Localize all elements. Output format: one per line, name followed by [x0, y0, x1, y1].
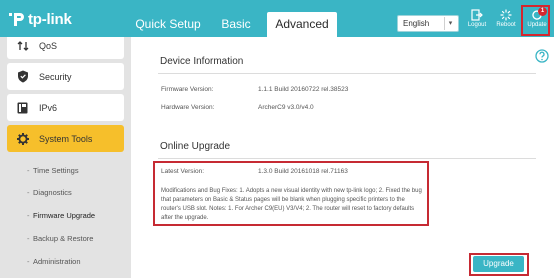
latest-version-value: 1.3.0 Build 20161018 rel.71163 — [258, 168, 348, 175]
release-notes: Modifications and Bug Fixes: 1. Adopts a… — [161, 188, 422, 221]
divider — [158, 73, 536, 74]
upgrade-button[interactable]: Upgrade — [473, 256, 524, 272]
divider — [158, 158, 536, 159]
tp-link-logo: tp-link — [7, 9, 72, 29]
sidebar: QoS Security IPv6 System Tools Time Sett… — [0, 37, 131, 278]
sidebar-item-label: Security — [39, 71, 72, 82]
logo-text: tp-link — [28, 10, 72, 28]
reboot-icon — [500, 9, 512, 21]
shield-icon — [7, 70, 33, 83]
ipv6-icon — [7, 102, 33, 114]
online-upgrade-title: Online Upgrade — [160, 141, 231, 152]
device-information-title: Device Information — [160, 56, 244, 67]
gear-icon — [7, 132, 33, 145]
tp-link-logo-icon — [9, 13, 24, 26]
sidebar-subitem-firmware-upgrade[interactable]: Firmware Upgrade — [27, 211, 95, 220]
sidebar-item-label: System Tools — [39, 133, 93, 144]
tab-basic[interactable]: Basic — [216, 12, 256, 37]
hardware-version-label: Hardware Version: — [161, 104, 215, 111]
logout-button[interactable]: Logout — [465, 9, 489, 28]
reboot-button[interactable]: Reboot — [494, 9, 518, 28]
firmware-version-label: Firmware Version: — [161, 86, 214, 93]
top-header: tp-link Quick Setup Basic Advanced Engli… — [0, 0, 554, 37]
reboot-label: Reboot — [496, 22, 516, 28]
sidebar-item-system-tools[interactable]: System Tools — [7, 125, 124, 152]
update-label: Update — [527, 22, 547, 28]
sidebar-subitem-administration[interactable]: Administration — [27, 257, 80, 266]
help-icon[interactable] — [535, 49, 549, 68]
logout-icon — [471, 9, 483, 21]
tab-quick-setup[interactable]: Quick Setup — [132, 12, 204, 37]
sidebar-item-label: IPv6 — [39, 102, 58, 113]
sidebar-item-label: QoS — [39, 40, 58, 51]
sidebar-subitem-diagnostics[interactable]: Diagnostics — [27, 188, 72, 197]
qos-icon — [7, 40, 33, 52]
update-count-badge: 1 — [538, 7, 547, 16]
language-value: English — [403, 19, 430, 28]
hardware-version-value: ArcherC9 v3.0/v4.0 — [258, 104, 314, 111]
sidebar-item-qos[interactable]: QoS — [7, 37, 124, 59]
tab-advanced[interactable]: Advanced — [267, 12, 337, 37]
logout-label: Logout — [467, 22, 487, 28]
firmware-version-value: 1.1.1 Build 20160722 rel.38523 — [258, 86, 349, 93]
language-select[interactable]: English ▾ — [397, 15, 459, 32]
latest-version-label: Latest Version: — [161, 168, 204, 175]
sidebar-subitem-time-settings[interactable]: Time Settings — [27, 166, 79, 175]
sidebar-item-security[interactable]: Security — [7, 63, 124, 90]
chevron-down-icon: ▾ — [444, 17, 456, 30]
sidebar-subitem-backup-restore[interactable]: Backup & Restore — [27, 234, 93, 243]
sidebar-item-ipv6[interactable]: IPv6 — [7, 94, 124, 121]
